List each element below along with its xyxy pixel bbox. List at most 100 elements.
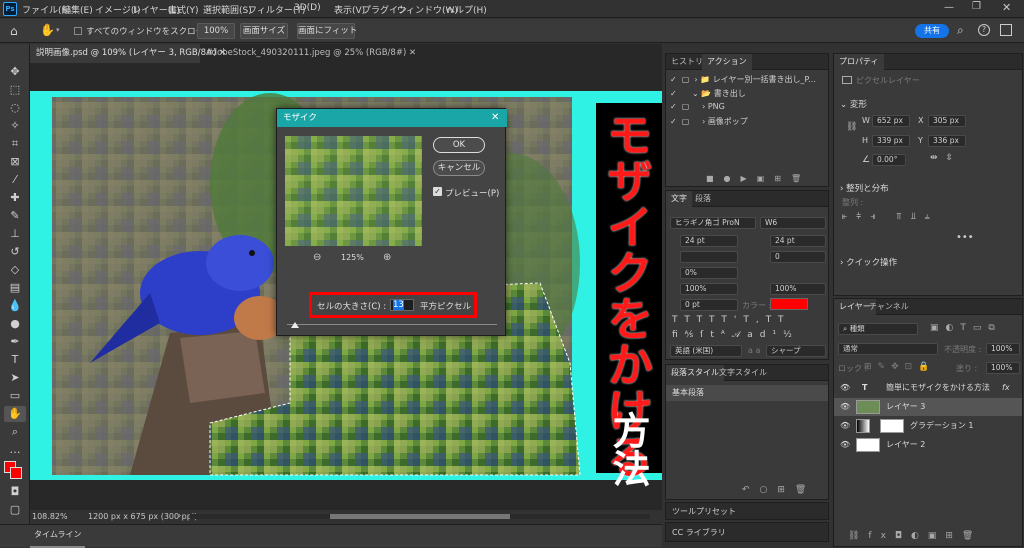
tracking-field[interactable]: 0 — [770, 251, 826, 263]
horizontal-scrollbar[interactable] — [190, 514, 650, 519]
menu-item[interactable]: 表示(V) — [334, 3, 365, 16]
horizontal-scale-field[interactable]: 100% — [770, 283, 826, 295]
close-icon[interactable]: ✕ — [1002, 1, 1011, 14]
baseline-field[interactable]: 0 pt — [680, 299, 738, 311]
ok-button[interactable]: OK — [433, 137, 485, 153]
opentype-buttons[interactable]: ﬁ⅍ſtᴬ𝒜ad¹½ — [672, 329, 799, 340]
workspace-icon[interactable] — [1000, 24, 1012, 36]
layer-filter-select[interactable]: ⌕ 種類 — [838, 323, 918, 335]
cell-size-slider-thumb[interactable] — [291, 322, 299, 328]
hand-tool-icon[interactable]: ✋ — [4, 406, 26, 422]
menu-item[interactable]: 3D(D) — [294, 3, 321, 13]
tab-character[interactable]: 文字 — [666, 191, 692, 207]
filter-icons[interactable]: ▣◐T▭⧉ — [930, 323, 1002, 333]
tab-properties[interactable]: プロパティ — [834, 54, 884, 70]
preview-checkbox[interactable]: ✓ — [433, 187, 442, 196]
path-select-icon[interactable]: ➤ — [4, 370, 26, 386]
tab-stock-image[interactable]: AdobeStock_490320111.jpeg @ 25% (RGB/8#)… — [200, 44, 416, 63]
screen-mode-icon[interactable]: ▢ — [4, 502, 26, 518]
tab-active-document[interactable]: 説明画像.psd @ 109% (レイヤー 3, RGB/8#) ✕ — [30, 44, 226, 63]
action-row[interactable]: ✓ ▢ › 📁 レイヤー別一括書き出し_P... — [670, 74, 822, 85]
layer-row-gradient[interactable]: 👁 グラデーション 1 — [834, 417, 1022, 435]
tab-actions[interactable]: アクション — [702, 54, 752, 70]
healing-tool-icon[interactable]: ✚ — [4, 190, 26, 206]
visibility-eye-icon[interactable]: 👁 — [840, 398, 850, 416]
action-row[interactable]: ✓ ⌄ 📂 書き出し — [670, 88, 822, 99]
hand-tool-icon[interactable]: ✋ — [40, 23, 55, 37]
cell-size-input[interactable]: 13 — [390, 299, 414, 311]
minimize-icon[interactable]: — — [944, 2, 954, 13]
blend-mode-select[interactable]: 通常 — [838, 343, 938, 355]
more-tools-icon[interactable]: … — [4, 442, 26, 458]
text-color-swatch[interactable] — [770, 298, 808, 310]
align-buttons[interactable]: ⫦⫩⫣ ⫪⫫⫨ — [842, 212, 939, 222]
screen-size-button[interactable]: 画面サイズ — [240, 23, 288, 39]
dodge-tool-icon[interactable]: ● — [4, 316, 26, 332]
menu-item[interactable]: 選択範囲(S) — [203, 3, 252, 16]
crop-tool-icon[interactable]: ⌗ — [4, 136, 26, 152]
tab-channels[interactable]: チャンネル — [864, 299, 914, 315]
restore-icon[interactable]: ❐ — [972, 1, 981, 12]
font-family-select[interactable]: ヒラギノ角ゴ ProN — [670, 217, 756, 229]
cancel-button[interactable]: キャンセル — [433, 160, 485, 176]
eyedropper-tool-icon[interactable]: ⁄ — [4, 172, 26, 188]
brush-tool-icon[interactable]: ✎ — [4, 208, 26, 224]
magic-wand-tool-icon[interactable]: ✧ — [4, 118, 26, 134]
lock-icons[interactable]: ⊞✎✥⊡🔒 — [864, 362, 935, 372]
move-tool-icon[interactable]: ✥ — [4, 64, 26, 80]
canvas-area[interactable]: モザイクをかける 方法 モザイク ✕ ⊖ 125% ⊕ OK キャンセル ✓ プ… — [30, 63, 662, 510]
share-button[interactable]: 共有 — [915, 24, 949, 38]
type-tool-icon[interactable]: T — [4, 352, 26, 368]
layer-row-text[interactable]: 👁 T 簡単にモザイクをかける方法 fx — [834, 379, 1022, 397]
menu-item[interactable]: ヘルプ(H) — [446, 3, 487, 16]
background-color-swatch[interactable] — [10, 467, 22, 479]
y-field[interactable]: 336 px — [928, 135, 966, 147]
visibility-eye-icon[interactable]: 👁 — [840, 436, 850, 454]
font-size-field[interactable]: 24 pt — [680, 235, 738, 247]
width-field[interactable]: 652 px — [872, 115, 910, 127]
cell-size-slider-track[interactable] — [287, 324, 497, 325]
transform-heading[interactable]: ⌄ 変形 — [840, 98, 867, 110]
timeline-tab[interactable]: タイムライン — [30, 525, 86, 548]
cc-libraries-panel[interactable]: CC ライブラリ — [665, 522, 829, 542]
layer-row-image[interactable]: 👁 レイヤー 3 — [834, 398, 1022, 416]
fx-badge[interactable]: fx — [1002, 379, 1010, 397]
fit-screen-button[interactable]: 画面にフィット — [297, 23, 357, 39]
height-field[interactable]: 339 px — [872, 135, 910, 147]
flip-icons[interactable]: ⇹⇳ — [930, 153, 961, 163]
link-icon[interactable]: ⛓ — [846, 122, 857, 132]
x-field[interactable]: 305 px — [928, 115, 966, 127]
fill-field[interactable]: 100% — [986, 362, 1020, 374]
more-options-icon[interactable]: ••• — [956, 232, 974, 243]
scroll-all-checkbox[interactable] — [74, 27, 82, 35]
language-select[interactable]: 英語 (米国) — [670, 345, 742, 357]
history-brush-icon[interactable]: ↺ — [4, 244, 26, 260]
eraser-tool-icon[interactable]: ◇ — [4, 262, 26, 278]
zoom-100-button[interactable]: 100% — [197, 23, 235, 39]
lasso-tool-icon[interactable]: ◌ — [4, 100, 26, 116]
font-style-select[interactable]: W6 — [760, 217, 826, 229]
shape-tool-icon[interactable]: ▭ — [4, 388, 26, 404]
vertical-scale-field[interactable]: 100% — [680, 283, 738, 295]
status-arrow-icon[interactable]: › — [178, 511, 181, 520]
stamp-tool-icon[interactable]: ⊥ — [4, 226, 26, 242]
close-icon[interactable]: ✕ — [491, 109, 499, 127]
angle-field[interactable]: 0.00° — [872, 154, 906, 166]
layer-row-white[interactable]: 👁 レイヤー 2 — [834, 436, 1022, 454]
leading-field[interactable]: 24 pt — [770, 235, 826, 247]
scrollbar-thumb[interactable] — [330, 514, 510, 519]
visibility-eye-icon[interactable]: 👁 — [840, 417, 850, 435]
antialias-select[interactable]: シャープ — [766, 345, 826, 357]
tab-character-styles[interactable]: 文字スタイル — [714, 365, 772, 381]
kerning-field[interactable] — [680, 251, 738, 263]
gradient-tool-icon[interactable]: ▤ — [4, 280, 26, 296]
style-item[interactable]: 基本段落 — [666, 385, 828, 401]
preview-image[interactable] — [285, 136, 422, 246]
pen-tool-icon[interactable]: ✒ — [4, 334, 26, 350]
chevron-down-icon[interactable]: ▾ — [56, 26, 60, 34]
tsume-field[interactable]: 0% — [680, 267, 738, 279]
menu-item[interactable]: 書式(Y) — [168, 3, 199, 16]
quick-actions-heading[interactable]: › クイック操作 — [840, 256, 897, 268]
quick-mask-icon[interactable]: ◘ — [4, 484, 26, 500]
search-icon[interactable]: ⌕ — [957, 23, 964, 38]
